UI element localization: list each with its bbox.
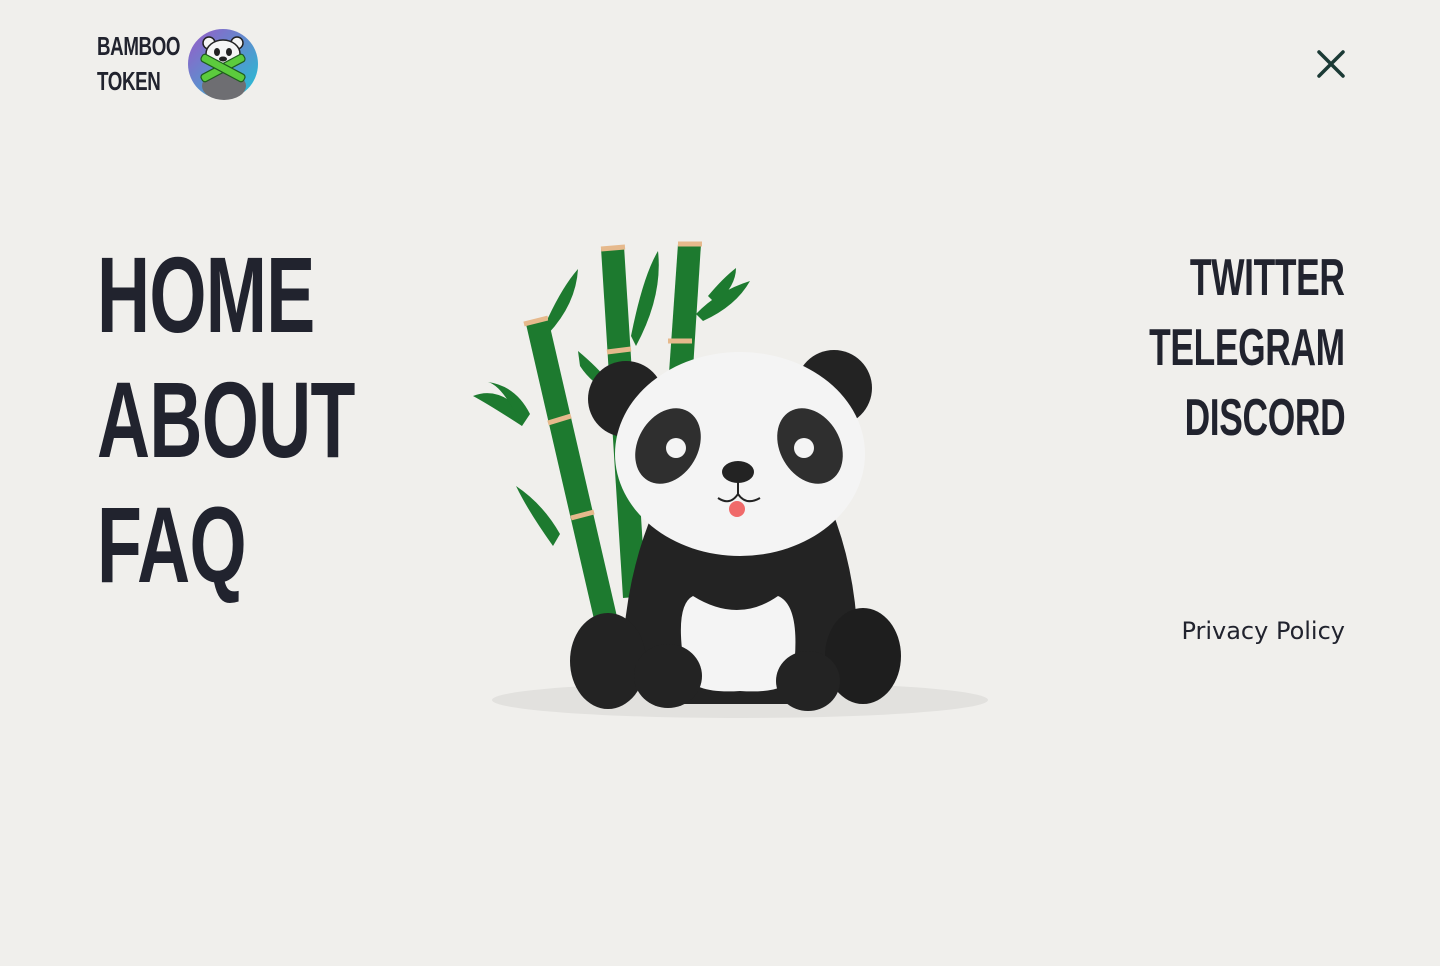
- menu-overlay: BAMBOO TOKEN HOME ABOUT FAQ TWITTER TELE…: [0, 0, 1440, 966]
- brand-line-1: BAMBOO: [97, 31, 181, 61]
- nav-link-faq[interactable]: FAQ: [97, 482, 355, 607]
- social-link-telegram[interactable]: TELEGRAM: [1149, 313, 1345, 383]
- social-nav: TWITTER TELEGRAM DISCORD: [1057, 243, 1345, 453]
- brand-line-2: TOKEN: [97, 66, 161, 96]
- nav-link-home[interactable]: HOME: [97, 232, 355, 357]
- privacy-policy-link[interactable]: Privacy Policy: [1181, 617, 1345, 645]
- panda-bamboo-logo-icon: [188, 29, 258, 100]
- nav-link-about[interactable]: ABOUT: [97, 357, 355, 482]
- main-nav: HOME ABOUT FAQ: [97, 232, 476, 607]
- brand-logo-link[interactable]: BAMBOO TOKEN: [97, 28, 259, 100]
- close-icon[interactable]: [1311, 44, 1351, 84]
- social-link-discord[interactable]: DISCORD: [1184, 383, 1345, 453]
- social-link-twitter[interactable]: TWITTER: [1190, 243, 1345, 313]
- panda-bamboo-illustration: [473, 241, 988, 718]
- brand-name: BAMBOO TOKEN: [97, 29, 181, 99]
